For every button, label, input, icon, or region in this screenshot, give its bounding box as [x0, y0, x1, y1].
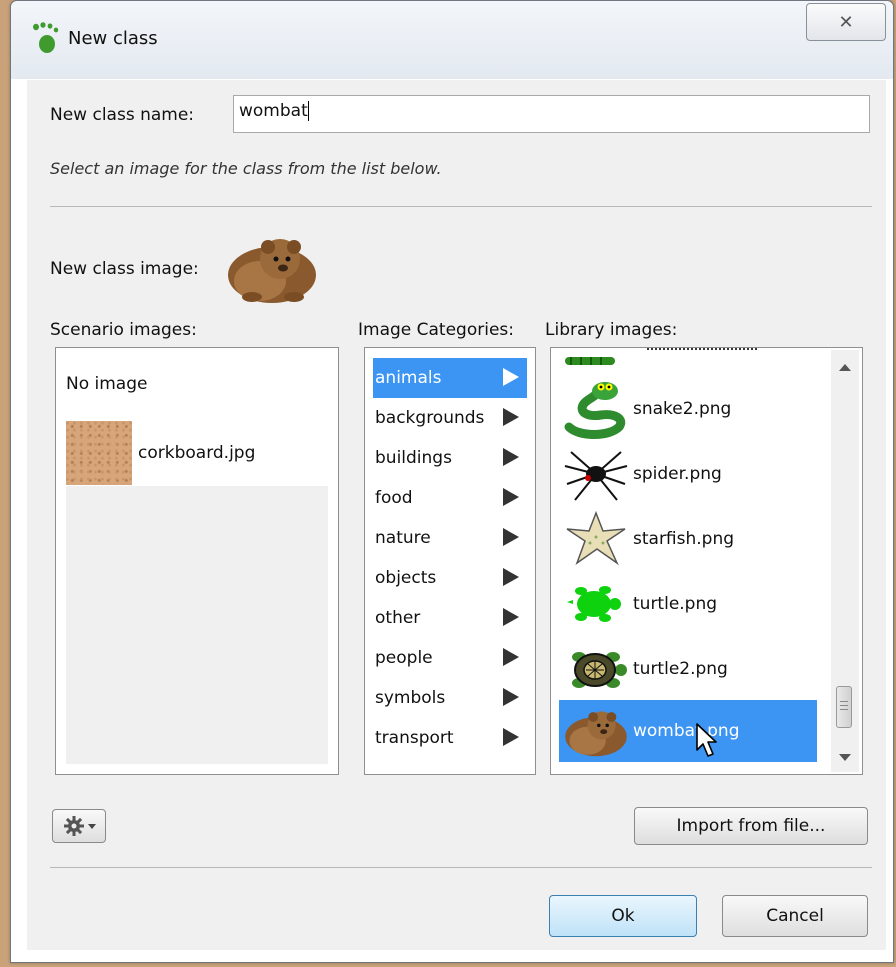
image-categories-list[interactable]: animals backgrounds buildings food natur… — [364, 347, 536, 775]
scroll-up-arrow-icon[interactable] — [839, 364, 851, 371]
wombat-icon — [559, 700, 633, 762]
mouse-cursor-icon — [695, 722, 719, 758]
divider — [50, 206, 872, 207]
category-objects[interactable]: objects — [373, 558, 527, 598]
divider-bottom — [50, 867, 872, 868]
list-empty-area — [66, 486, 328, 764]
submenu-arrow-icon — [503, 648, 519, 666]
library-scrollbar[interactable] — [831, 350, 859, 772]
library-item-turtle2[interactable]: turtle2.png — [559, 638, 817, 700]
turtle2-icon — [559, 638, 633, 700]
category-nature[interactable]: nature — [373, 518, 527, 558]
scenario-images-list[interactable]: No image corkboard.jpg — [55, 347, 339, 775]
submenu-arrow-icon — [503, 408, 519, 426]
submenu-arrow-icon — [503, 608, 519, 626]
partial-list-item — [565, 352, 625, 365]
submenu-arrow-icon — [503, 568, 519, 586]
instruction-text: Select an image for the class from the l… — [50, 159, 442, 178]
turtle-icon — [559, 573, 633, 635]
settings-menu-button[interactable] — [52, 809, 106, 843]
gear-icon — [63, 815, 85, 837]
library-item-snake2[interactable]: snake2.png — [559, 378, 817, 440]
list-item-no-image[interactable]: No image — [66, 374, 328, 408]
library-images-label: Library images: — [545, 320, 678, 340]
starfish-icon — [559, 508, 633, 570]
window-title: New class — [68, 28, 158, 49]
snake-icon — [559, 378, 633, 440]
category-buildings[interactable]: buildings — [373, 438, 527, 478]
class-image-preview — [222, 227, 322, 307]
close-icon: ✕ — [838, 11, 854, 33]
scroll-thumb[interactable] — [836, 686, 852, 728]
submenu-arrow-icon — [503, 528, 519, 546]
image-categories-label: Image Categories: — [358, 320, 515, 340]
ok-button[interactable]: Ok — [549, 895, 697, 937]
scenario-images-label: Scenario images: — [50, 320, 197, 340]
submenu-arrow-icon — [503, 728, 519, 746]
category-food[interactable]: food — [373, 478, 527, 518]
dropdown-arrow-icon — [87, 823, 96, 829]
class-name-label: New class name: — [50, 105, 195, 125]
class-image-label: New class image: — [50, 259, 199, 279]
submenu-arrow-icon — [503, 488, 519, 506]
submenu-arrow-icon — [503, 368, 519, 386]
scroll-down-arrow-icon[interactable] — [839, 754, 851, 761]
list-item-corkboard[interactable]: corkboard.jpg — [66, 420, 328, 486]
spider-icon — [559, 443, 633, 505]
library-item-spider[interactable]: spider.png — [559, 443, 817, 505]
import-from-file-button[interactable]: Import from file... — [634, 807, 868, 845]
library-images-list[interactable]: snake2.png spider.png starfish.png turtl… — [550, 347, 863, 775]
category-transport[interactable]: transport — [373, 718, 527, 758]
corkboard-thumbnail — [66, 421, 132, 485]
submenu-arrow-icon — [503, 448, 519, 466]
library-item-wombat[interactable]: wombat.png — [559, 700, 817, 762]
close-button[interactable]: ✕ — [806, 3, 886, 41]
cancel-button[interactable]: Cancel — [722, 895, 868, 937]
greenfoot-icon — [30, 22, 60, 54]
category-symbols[interactable]: symbols — [373, 678, 527, 718]
submenu-arrow-icon — [503, 688, 519, 706]
library-item-turtle[interactable]: turtle.png — [559, 573, 817, 635]
category-people[interactable]: people — [373, 638, 527, 678]
class-name-input[interactable]: wombat — [233, 95, 870, 133]
category-other[interactable]: other — [373, 598, 527, 638]
library-item-starfish[interactable]: starfish.png — [559, 508, 817, 570]
category-animals[interactable]: animals — [373, 358, 527, 398]
category-backgrounds[interactable]: backgrounds — [373, 398, 527, 438]
partial-list-item-text — [647, 348, 757, 356]
